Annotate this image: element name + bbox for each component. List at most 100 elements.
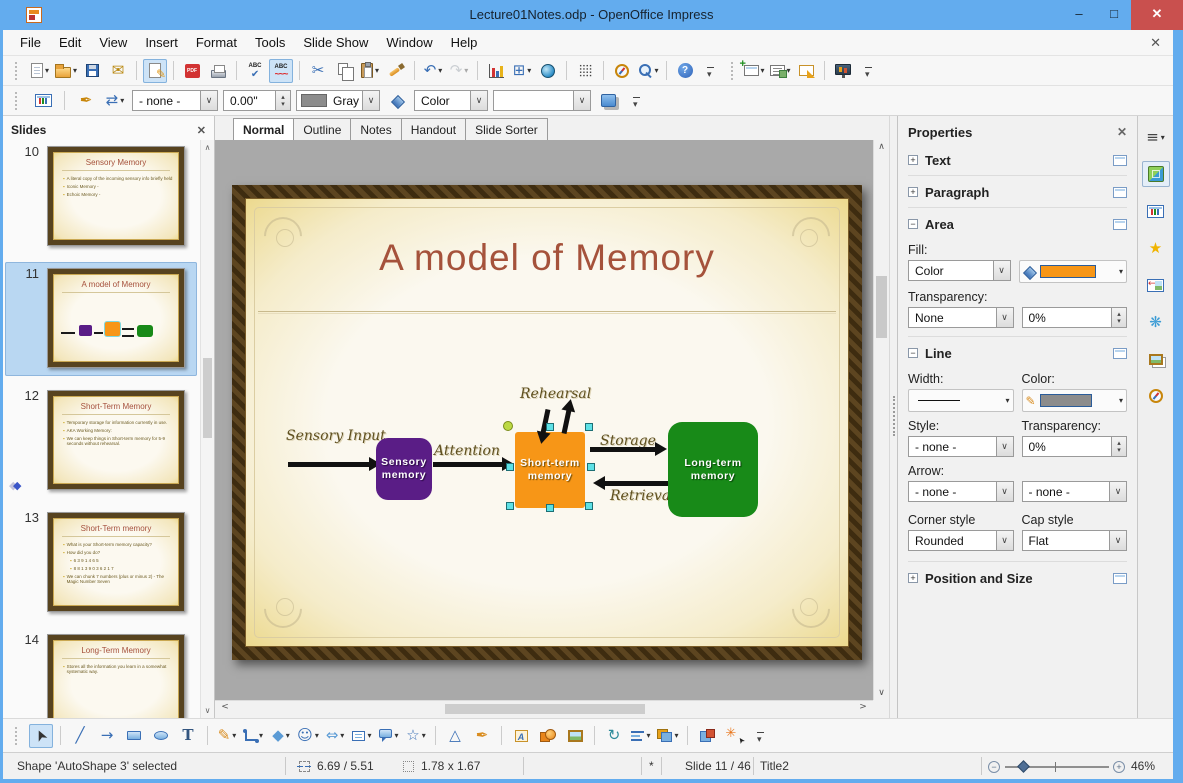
fontwork-gallery-button[interactable]	[509, 724, 533, 748]
layout-name[interactable]: Title2	[760, 759, 789, 773]
line-width-dropdown[interactable]: ▾	[1005, 396, 1009, 405]
line-transparency-stepper[interactable]: 0%	[1021, 436, 1127, 457]
fill-color-select[interactable]	[493, 90, 591, 111]
line-width-button[interactable]: ▾	[908, 389, 1014, 412]
tab-handout[interactable]: Handout	[400, 118, 467, 140]
export-pdf-button[interactable]	[180, 59, 204, 83]
insert-table-button[interactable]: ⊞ ▾	[510, 59, 534, 83]
line-style-select[interactable]: - none -	[132, 90, 218, 111]
maximize-button[interactable]: □	[1097, 0, 1131, 30]
zoom-in-icon[interactable]: +	[1113, 761, 1125, 773]
dropdown-icon[interactable]	[1109, 482, 1126, 501]
menu-tools[interactable]: Tools	[246, 31, 294, 54]
vertical-scrollbar[interactable]: ∧ ∨	[873, 140, 889, 700]
dropdown-icon[interactable]	[995, 437, 1013, 456]
shape-short-term-memory[interactable]: Short-term memory	[515, 432, 585, 508]
fill-color-button[interactable]: ▾	[1018, 260, 1127, 283]
new-document-button-dropdown[interactable]: ▾	[45, 66, 49, 75]
slide-canvas[interactable]: A model of Memory Sensory Input Sensory …	[215, 140, 873, 700]
arrow-style-dropdown[interactable]: ▾	[120, 96, 124, 105]
arrow-retrieval[interactable]	[593, 476, 668, 490]
scrollbar-thumb[interactable]	[203, 358, 212, 438]
section-line[interactable]: Line	[908, 341, 1127, 365]
scrollbar-thumb[interactable]	[445, 704, 645, 714]
open-button-dropdown[interactable]: ▾	[73, 66, 77, 75]
transparency-stepper[interactable]: 0%	[1021, 307, 1127, 328]
paste-button[interactable]: ▾	[358, 59, 382, 83]
line-color-select[interactable]: Gray 6	[296, 90, 380, 111]
line-style-select[interactable]: - none -	[908, 436, 1014, 457]
scroll-up-icon[interactable]: ∧	[874, 142, 889, 152]
display-grid-button[interactable]	[573, 59, 597, 83]
slide-thumbnail-11[interactable]: 11 A model of Memory	[5, 262, 197, 376]
slide-title[interactable]: A model of Memory	[232, 237, 862, 279]
hyperlink-button[interactable]	[536, 59, 560, 83]
shadow-button[interactable]	[596, 89, 620, 113]
section-area[interactable]: Area	[908, 212, 1127, 236]
undo-button[interactable]: ↶ ▾	[421, 59, 445, 83]
help-button[interactable]	[673, 59, 697, 83]
arrange-button-dropdown[interactable]: ▾	[674, 731, 678, 740]
cap-style-select[interactable]: Flat	[1021, 530, 1127, 551]
selection-handle[interactable]	[587, 463, 595, 471]
expand-icon[interactable]	[908, 155, 918, 165]
zoom-button[interactable]: ▾	[636, 59, 660, 83]
copy-button[interactable]	[332, 59, 356, 83]
fill-type-select[interactable]: Color	[414, 90, 488, 111]
scroll-down-icon[interactable]: ∨	[201, 706, 214, 715]
expand-icon[interactable]	[908, 187, 918, 197]
insert-picture-button[interactable]	[563, 724, 587, 748]
slide-thumb-canvas[interactable]: Long-Term Memory ▪ Stores all the informat…	[47, 634, 185, 718]
basic-shapes-tool-dropdown[interactable]: ▾	[286, 731, 290, 740]
spin-icons[interactable]	[1111, 437, 1126, 456]
selection-handle[interactable]	[585, 423, 593, 431]
flowchart-tool[interactable]: ▾	[350, 724, 374, 748]
selection-handle[interactable]	[546, 423, 554, 431]
dialog-launcher-icon[interactable]	[1113, 347, 1127, 359]
scrollbar-thumb[interactable]	[876, 276, 887, 338]
toolbar-grip[interactable]	[731, 61, 734, 80]
undo-button-dropdown[interactable]: ▾	[438, 66, 442, 75]
tab-notes[interactable]: Notes	[350, 118, 402, 140]
dialog-launcher-icon[interactable]	[1113, 218, 1127, 230]
shape-long-term-memory[interactable]: Long-term memory	[668, 422, 758, 517]
tab-gallery[interactable]	[1142, 346, 1170, 372]
slides-panel-close-icon[interactable]: ✕	[197, 124, 206, 137]
glue-points-button[interactable]: ✒	[470, 724, 494, 748]
area-dialog-button[interactable]	[385, 89, 409, 113]
selection-handle[interactable]	[506, 463, 514, 471]
new-document-button[interactable]: ▾	[28, 59, 52, 83]
scroll-down-icon[interactable]: ∨	[874, 688, 889, 698]
transparency-type-select[interactable]: None	[908, 307, 1014, 328]
horizontal-scrollbar[interactable]: < >	[215, 700, 873, 716]
tab-custom-animation[interactable]: ★	[1142, 235, 1170, 261]
new-slide-button[interactable]: ▾	[740, 58, 766, 83]
arrow-start-select[interactable]: - none -	[908, 481, 1014, 502]
cursor-position[interactable]: 6.69 / 5.51	[317, 759, 374, 773]
paste-button-dropdown[interactable]: ▾	[375, 66, 379, 75]
insert-table-button-dropdown[interactable]: ▾	[527, 66, 531, 75]
new-slide-button-dropdown[interactable]: ▾	[761, 66, 765, 75]
section-position-and-size[interactable]: Position and Size	[908, 566, 1127, 590]
section-paragraph[interactable]: Paragraph	[908, 180, 1127, 204]
spellcheck-button[interactable]	[243, 59, 267, 83]
dropdown-icon[interactable]	[992, 261, 1010, 280]
tab-outline[interactable]: Outline	[293, 118, 352, 140]
autospellcheck-button[interactable]	[269, 58, 294, 83]
expand-icon[interactable]	[908, 573, 918, 583]
standard-overflow-button[interactable]	[699, 59, 723, 83]
slide-layout-button-dropdown[interactable]: ▾	[787, 66, 791, 75]
block-arrows-tool-dropdown[interactable]: ▾	[340, 731, 344, 740]
open-button[interactable]: ▾	[54, 59, 78, 83]
properties-close-icon[interactable]: ✕	[1117, 125, 1127, 139]
sidebar-menu-button-dropdown[interactable]: ▾	[1161, 133, 1165, 142]
drawing-overflow-button[interactable]	[749, 724, 773, 748]
cut-button[interactable]: ✂	[306, 59, 330, 83]
selection-handle[interactable]	[506, 502, 514, 510]
curve-tool[interactable]: ✎ ▾	[215, 724, 239, 748]
tab-normal[interactable]: Normal	[233, 118, 295, 140]
tab-master-pages[interactable]	[1142, 198, 1170, 224]
title-bar[interactable]: Lecture01Notes.odp - OpenOffice Impress …	[0, 0, 1183, 30]
callouts-tool-dropdown[interactable]: ▾	[394, 731, 398, 740]
menu-help[interactable]: Help	[442, 31, 487, 54]
